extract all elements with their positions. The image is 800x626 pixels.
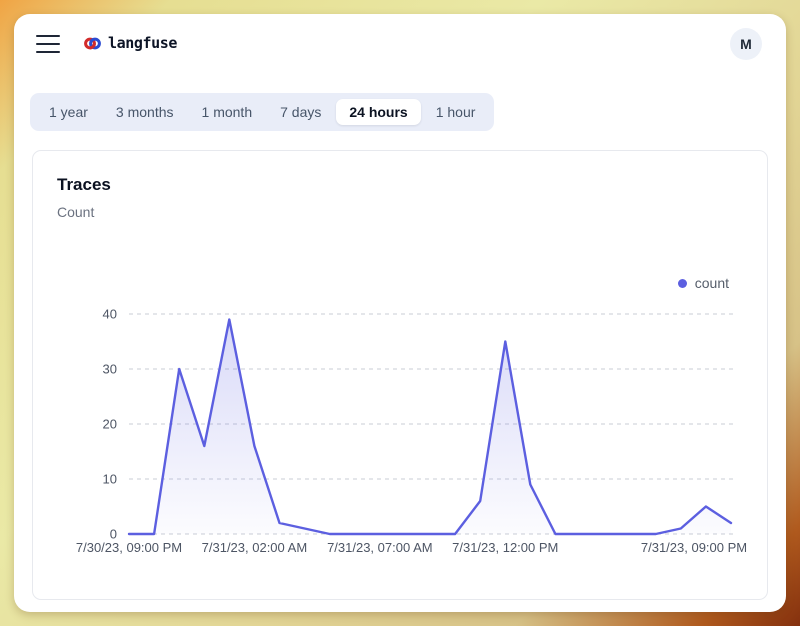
x-tick-label: 7/30/23, 09:00 PM [76, 540, 182, 555]
tab-1-year[interactable]: 1 year [36, 99, 101, 125]
tab-1-month[interactable]: 1 month [189, 99, 266, 125]
tab-7-days[interactable]: 7 days [267, 99, 334, 125]
y-tick-label: 20 [103, 417, 117, 432]
y-tick-label: 30 [103, 362, 117, 377]
avatar[interactable]: M [730, 28, 762, 60]
brand-name: langfuse [108, 34, 177, 52]
traces-card: Traces Count count 0102030407/30/23, 09:… [32, 150, 768, 600]
x-tick-label: 7/31/23, 02:00 AM [202, 540, 308, 555]
app-window: langfuse M 1 year3 months1 month7 days24… [14, 14, 786, 612]
tab-3-months[interactable]: 3 months [103, 99, 187, 125]
gradient-frame: langfuse M 1 year3 months1 month7 days24… [0, 0, 800, 626]
tab-1-hour[interactable]: 1 hour [423, 99, 489, 125]
series-area [129, 320, 731, 535]
tab-24-hours[interactable]: 24 hours [336, 99, 420, 125]
card-title: Traces [57, 175, 111, 195]
x-tick-label: 7/31/23, 12:00 PM [452, 540, 558, 555]
langfuse-logo-icon [84, 36, 101, 51]
x-tick-label: 7/31/23, 07:00 AM [327, 540, 433, 555]
y-tick-label: 10 [103, 472, 117, 487]
traces-chart: 0102030407/30/23, 09:00 PM7/31/23, 02:00… [33, 251, 767, 581]
time-range-tabbar: 1 year3 months1 month7 days24 hours1 hou… [30, 93, 494, 131]
menu-button[interactable] [36, 35, 60, 53]
hamburger-icon [36, 35, 60, 37]
card-subtitle: Count [57, 204, 94, 220]
brand[interactable]: langfuse [84, 34, 177, 52]
header: langfuse M [14, 14, 786, 76]
y-tick-label: 40 [103, 307, 117, 322]
x-tick-label: 7/31/23, 09:00 PM [641, 540, 747, 555]
